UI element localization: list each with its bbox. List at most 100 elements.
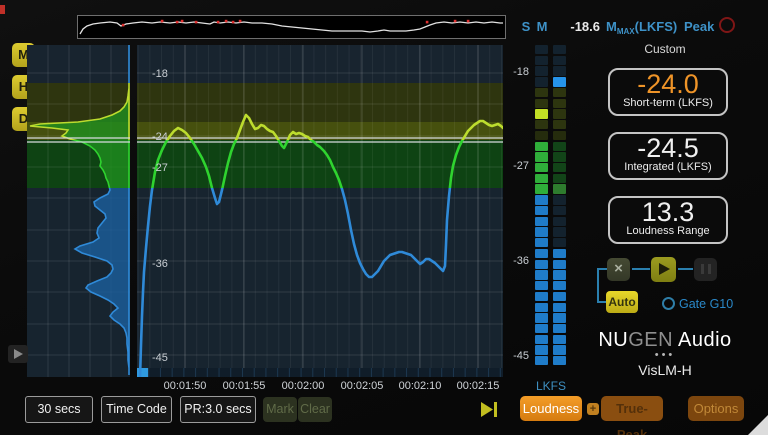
- rect-shape: [181, 20, 184, 23]
- meter-segment-s: [535, 292, 548, 301]
- pause-button[interactable]: [694, 258, 717, 281]
- rect-shape: [239, 20, 242, 23]
- resize-handle[interactable]: [748, 415, 768, 435]
- preset-name: Custom: [615, 42, 715, 56]
- meter-segment-s: [535, 56, 548, 65]
- rect-shape: [454, 20, 457, 23]
- meter-segment-s: [535, 184, 548, 193]
- meter-segment-s: [535, 281, 548, 290]
- peak-indicator-lamp[interactable]: [719, 17, 735, 33]
- meter-segment-m: [553, 313, 566, 322]
- meter-segment-m: [553, 142, 566, 151]
- rect-shape: [137, 368, 148, 377]
- mmax-value: -18.6: [550, 19, 600, 34]
- play-button[interactable]: [651, 257, 676, 282]
- meter-segment-m: [553, 303, 566, 312]
- text-shape: -45: [152, 352, 168, 364]
- rect-shape: [137, 45, 503, 83]
- time-tick-label: 00:02:15: [446, 380, 510, 392]
- text-shape: -18: [152, 68, 168, 80]
- meter-segment-m: [553, 292, 566, 301]
- auto-button[interactable]: Auto: [606, 291, 638, 313]
- rect-shape: [195, 21, 198, 24]
- short-term-readout[interactable]: -24.0 Short-term (LKFS): [608, 68, 728, 116]
- meter-segment-s: [535, 303, 548, 312]
- meter-segment-m: [553, 238, 566, 247]
- session-overview-strip[interactable]: [77, 15, 506, 39]
- meter-segment-m: [553, 152, 566, 161]
- rect-shape: [137, 368, 503, 377]
- text-shape: -36: [152, 258, 168, 270]
- meter-segment-m: [553, 249, 566, 258]
- time-tick-label: 00:01:50: [153, 380, 217, 392]
- loudness-tab-button[interactable]: Loudness: [520, 396, 582, 421]
- meter-tick-label: -18: [497, 66, 529, 78]
- loudness-histogram: [27, 45, 130, 377]
- mmax-label: MMAX(LKFS): [606, 19, 677, 36]
- meter-segment-m: [553, 163, 566, 172]
- meter-segment-s: [535, 99, 548, 108]
- rect-shape: [232, 21, 235, 24]
- integrated-value: -24.5: [610, 134, 726, 162]
- options-button[interactable]: Options: [688, 396, 744, 421]
- pr-window-button[interactable]: PR:3.0 secs: [180, 396, 256, 423]
- clear-button[interactable]: Clear: [298, 397, 332, 422]
- loudness-range-value: 13.3: [610, 198, 726, 226]
- meter-segment-s: [535, 66, 548, 75]
- skip-bar: [494, 402, 497, 417]
- meter-segment-m: [553, 56, 566, 65]
- mark-button[interactable]: Mark: [263, 397, 297, 422]
- meter-segment-s: [535, 195, 548, 204]
- meter-tick-label: -27: [497, 160, 529, 172]
- rect-shape: [217, 21, 220, 24]
- timecode-button[interactable]: Time Code: [101, 396, 172, 423]
- play-icon: [659, 263, 670, 275]
- rect-shape: [176, 21, 179, 24]
- meter-segment-m: [553, 131, 566, 140]
- pause-icon: [701, 264, 704, 274]
- meter-tick-label: -36: [497, 255, 529, 267]
- meter-segment-s: [535, 227, 548, 236]
- rect-shape: [467, 20, 470, 23]
- polyline-shape: [80, 22, 503, 34]
- record-indicator: [0, 5, 5, 14]
- meter-segment-s: [535, 345, 548, 354]
- meter-segment-m: [553, 270, 566, 279]
- meter-tick-label: -45: [497, 350, 529, 362]
- meter-segment-s: [535, 109, 548, 118]
- meter-unit-label: LKFS: [529, 379, 573, 393]
- time-tick-label: 00:02:10: [388, 380, 452, 392]
- meter-segment-s: [535, 249, 548, 258]
- rect-shape: [137, 83, 503, 122]
- transport-connector-line: [597, 268, 607, 270]
- logo-nu: NU: [598, 329, 628, 351]
- loudness-range-readout[interactable]: 13.3 Loudness Range: [608, 196, 728, 244]
- meter-segment-s: [535, 120, 548, 129]
- meter-segment-m: [553, 184, 566, 193]
- link-plus-button[interactable]: +: [587, 403, 599, 415]
- transport-connector-line: [678, 268, 693, 270]
- meter-segment-s: [535, 217, 548, 226]
- time-tick-label: 00:01:55: [212, 380, 276, 392]
- true-peak-tab-button[interactable]: True-Peak: [601, 396, 663, 421]
- gate-label: Gate G10: [679, 297, 733, 311]
- integrated-readout[interactable]: -24.5 Integrated (LKFS): [608, 132, 728, 180]
- skip-triangle: [481, 402, 493, 417]
- gate-indicator-lamp[interactable]: [662, 297, 675, 310]
- meter-segment-m: [553, 217, 566, 226]
- loudness-range-readout-label: Loudness Range: [610, 225, 726, 237]
- meter-segment-m: [553, 345, 566, 354]
- skip-to-end-icon[interactable]: [481, 401, 499, 418]
- meter-segment-s: [535, 77, 548, 86]
- meter-segment-s: [535, 324, 548, 333]
- momentary-meter-label: M: [535, 19, 549, 34]
- meter-segment-m: [553, 195, 566, 204]
- histogram-expand-button[interactable]: [8, 345, 28, 363]
- mmax-m: M: [606, 19, 617, 34]
- meter-segment-s: [535, 163, 548, 172]
- rect-shape: [225, 20, 228, 23]
- loudness-history-chart[interactable]: -18-24-27-36-45: [137, 45, 503, 377]
- stop-reset-button[interactable]: ×: [607, 258, 630, 281]
- time-window-button[interactable]: 30 secs: [25, 396, 93, 423]
- integrated-readout-label: Integrated (LKFS): [610, 161, 726, 173]
